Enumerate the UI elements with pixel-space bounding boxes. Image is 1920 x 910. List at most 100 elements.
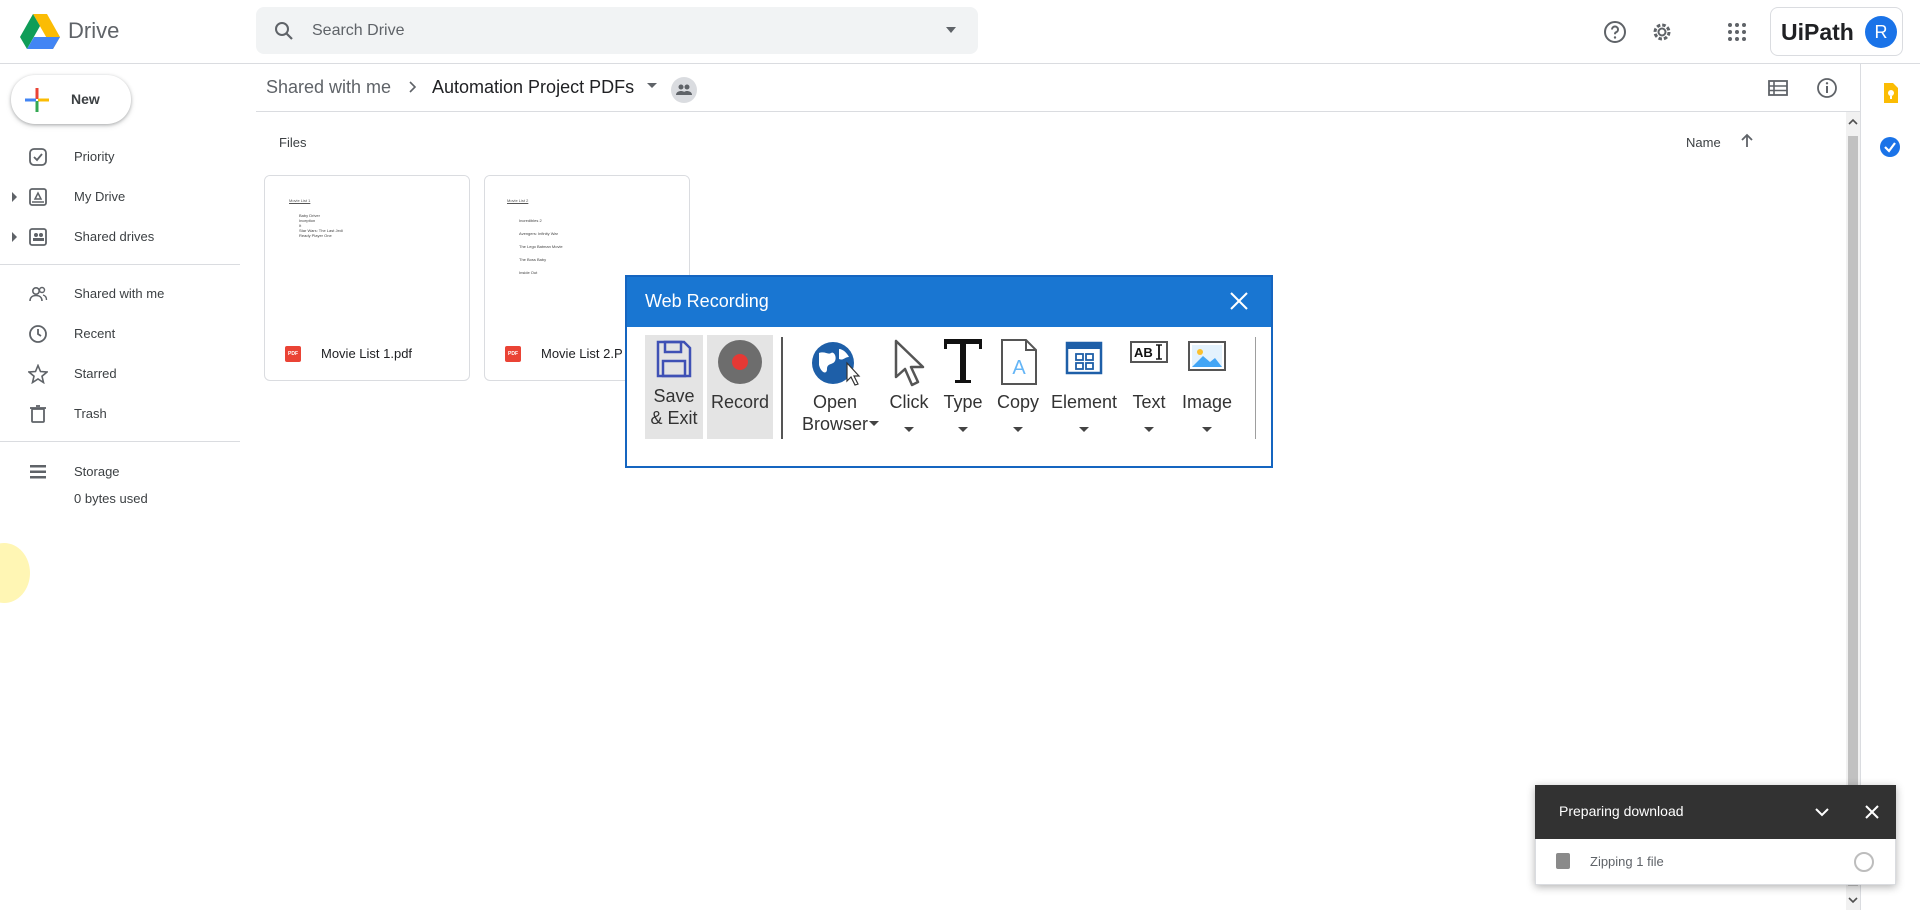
file-name[interactable]: Movie List 2.P (541, 346, 623, 361)
toolbar-separator (1255, 337, 1256, 439)
text-button[interactable]: AB Text (1125, 335, 1173, 439)
element-button[interactable]: Element (1049, 335, 1119, 439)
thumbnail-title: Movie List 2 (507, 198, 529, 203)
sidebar-item-label: Starred (74, 366, 117, 381)
list-view-icon[interactable] (1766, 76, 1790, 100)
dropdown-caret-icon[interactable] (1144, 427, 1154, 432)
sidebar-item-label: Shared drives (74, 229, 155, 244)
expand-arrow-icon[interactable] (12, 192, 17, 202)
thumbnail-line: The Boss Baby (519, 257, 547, 262)
sidebar-item-priority[interactable]: Priority (0, 141, 240, 173)
avatar[interactable]: R (1865, 16, 1897, 48)
image-button[interactable]: Image (1179, 335, 1235, 439)
settings-gear-icon[interactable] (1649, 19, 1675, 45)
sort-arrow-up-icon[interactable] (1738, 132, 1756, 150)
record-icon (718, 340, 762, 384)
close-icon[interactable] (1863, 803, 1881, 821)
shared-folder-people-icon[interactable] (671, 77, 697, 103)
top-header: Drive UiP (0, 0, 1920, 64)
breadcrumb-shared-with-me[interactable]: Shared with me (266, 77, 391, 98)
apps-grid-icon[interactable] (1724, 19, 1750, 45)
sidebar-item-trash[interactable]: Trash (0, 398, 240, 430)
element-icon (1065, 341, 1103, 375)
search-icon[interactable] (272, 19, 296, 43)
folder-menu-chevron-down-icon[interactable] (647, 83, 657, 88)
close-icon[interactable] (1227, 289, 1251, 313)
cursor-highlight (0, 543, 30, 603)
svg-text:A: A (1012, 357, 1026, 379)
dropdown-caret-icon[interactable] (904, 427, 914, 432)
priority-icon (29, 148, 47, 166)
sidebar-item-label: Storage (74, 464, 120, 479)
sidebar-divider (0, 441, 240, 442)
storage-usage-text: 0 bytes used (74, 491, 148, 506)
sidebar-item-label: My Drive (74, 189, 126, 204)
scroll-up-icon[interactable] (1848, 117, 1858, 127)
type-button[interactable]: Type (939, 335, 987, 439)
dropdown-caret-icon[interactable] (1202, 427, 1212, 432)
info-icon[interactable] (1815, 76, 1839, 100)
drive-app: Drive UiP (0, 0, 1920, 910)
toolbar-separator (781, 337, 783, 439)
click-button[interactable]: Click (885, 335, 933, 439)
loading-spinner-icon (1854, 852, 1874, 872)
download-title: Preparing download (1559, 803, 1684, 819)
web-recording-dialog: Web Recording Save & Exit Record Open Br… (625, 275, 1273, 468)
dialog-title: Web Recording (645, 291, 769, 311)
save-and-exit-button[interactable]: Save & Exit (645, 335, 703, 439)
search-bar[interactable] (256, 7, 978, 54)
type-icon (944, 339, 982, 383)
file-footer[interactable]: PDF Movie List 1.pdf (265, 328, 469, 380)
file-name[interactable]: Movie List 1.pdf (321, 346, 412, 361)
globe-icon (812, 342, 861, 386)
file-thumbnail[interactable]: Movie List 1 Baby Driver Inception It St… (265, 176, 469, 328)
dropdown-caret-icon[interactable] (1079, 427, 1089, 432)
expand-arrow-icon[interactable] (12, 232, 17, 242)
sidebar-item-storage[interactable]: Storage (0, 456, 240, 488)
tool-label: Copy (996, 392, 1040, 412)
thumbnail-line: Ready Player One (299, 233, 332, 238)
sidebar-item-label: Recent (74, 326, 116, 341)
scroll-thumb[interactable] (1848, 136, 1858, 886)
sidebar-divider (0, 264, 240, 265)
download-panel-header: Preparing download (1535, 785, 1896, 839)
dropdown-caret-icon[interactable] (958, 427, 968, 432)
help-icon[interactable] (1602, 19, 1628, 45)
sidebar-item-my-drive[interactable]: My Drive (0, 181, 240, 213)
app-name[interactable]: Drive (68, 18, 119, 44)
sidebar-item-shared-drives[interactable]: Shared drives (0, 221, 240, 253)
account-switcher[interactable]: UiPath R (1770, 7, 1903, 56)
download-panel: Preparing download Zipping 1 file (1535, 785, 1896, 885)
sidebar-item-starred[interactable]: Starred (0, 358, 240, 390)
open-browser-button[interactable]: Open Browser (791, 335, 879, 439)
search-input[interactable] (312, 7, 912, 54)
collapse-chevron-down-icon[interactable] (1813, 803, 1831, 821)
search-options-chevron-down-icon[interactable] (944, 23, 958, 37)
thumbnail-title: Movie List 1 (289, 198, 311, 203)
tool-label: Image (1181, 392, 1233, 412)
dialog-title-bar[interactable]: Web Recording (627, 277, 1271, 327)
side-panel (1860, 64, 1920, 910)
shared-with-me-icon (29, 286, 48, 302)
text-icon: AB (1130, 341, 1168, 363)
copy-icon: A (1001, 339, 1037, 385)
breadcrumb-current-folder[interactable]: Automation Project PDFs (432, 77, 634, 98)
scroll-down-icon[interactable] (1848, 895, 1858, 905)
dropdown-caret-icon[interactable] (1013, 427, 1023, 432)
sort-by-name[interactable]: Name (1686, 135, 1721, 150)
tool-label: Element (1050, 392, 1118, 412)
sidebar-item-label: Shared with me (74, 286, 165, 301)
drive-logo-icon[interactable] (20, 14, 60, 50)
sidebar-item-label: Priority (74, 149, 115, 164)
sidebar-item-recent[interactable]: Recent (0, 318, 240, 350)
copy-button[interactable]: A Copy (993, 335, 1043, 439)
record-button[interactable]: Record (707, 335, 773, 439)
star-icon (28, 364, 48, 384)
tasks-icon[interactable] (1879, 136, 1901, 158)
keep-notes-icon[interactable] (1879, 82, 1901, 104)
dropdown-caret-icon[interactable] (869, 421, 879, 426)
new-button[interactable]: New (11, 75, 131, 124)
zip-file-icon (1556, 853, 1570, 869)
sidebar-item-shared-with-me[interactable]: Shared with me (0, 278, 240, 310)
file-card[interactable]: Movie List 1 Baby Driver Inception It St… (264, 175, 470, 381)
